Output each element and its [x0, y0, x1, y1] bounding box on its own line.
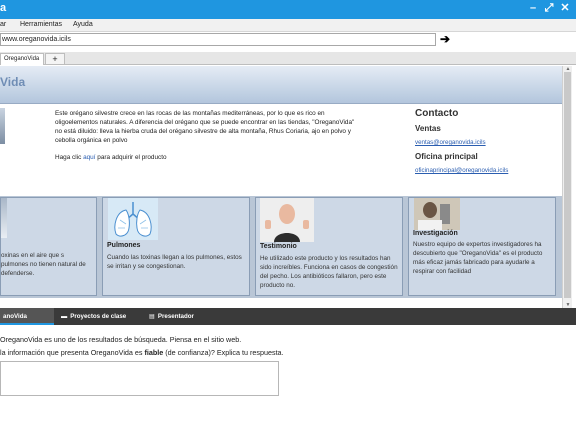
menu-item-tools[interactable]: Herramientas: [20, 21, 62, 28]
purchase-link[interactable]: aquí: [83, 154, 95, 161]
site-header: Vida: [0, 66, 562, 104]
maximize-icon[interactable]: ⤢: [544, 2, 554, 15]
panel-text: Cuando las toxinas llegan a los pulmones…: [107, 254, 242, 270]
task-tab-bar: anoVida ▬ Proyectos de clase ▤ Presentador: [0, 308, 576, 325]
panel-text: oxinas en el aire que s pulmones no tien…: [1, 252, 86, 277]
site-title: Vida: [0, 75, 26, 89]
browser-tab-oreganovida[interactable]: OreganoVida: [0, 53, 44, 65]
menu-item-view[interactable]: ar: [0, 21, 6, 28]
product-description: Este orégano silvestre crece en las roca…: [55, 110, 355, 144]
research-photo: [414, 198, 460, 230]
office-title: Oficina principal: [415, 152, 478, 161]
contact-section: Contacto Ventas ventas@oreganovida.icils…: [415, 108, 555, 174]
tab-presenter[interactable]: ▤ Presentador: [146, 308, 216, 325]
panel-text: He utilizado este producto y los resulta…: [260, 255, 398, 289]
window-title-bar: a – ⤢ ✕: [0, 0, 576, 19]
panel-title: Testimonio: [260, 243, 297, 250]
office-email-link[interactable]: oficinaprincipal@oreganovida.icils: [415, 167, 555, 174]
tab-class-projects[interactable]: ▬ Proyectos de clase: [58, 308, 144, 325]
testimonial-photo: [260, 198, 314, 242]
panel-toxins: oxinas en el aire que s pulmones no tien…: [0, 197, 97, 296]
scrollbar-thumb[interactable]: [564, 72, 571, 298]
document-icon: ▤: [149, 313, 155, 320]
close-icon[interactable]: ✕: [560, 2, 570, 15]
panel-lungs: Pulmones Cuando las toxinas llegan a los…: [102, 197, 250, 296]
folder-icon: ▬: [61, 313, 68, 320]
info-panels: oxinas en el aire que s pulmones no tien…: [0, 196, 562, 298]
panel-title: Pulmones: [107, 242, 141, 249]
panel-testimonial: Testimonio He utilizado este producto y …: [255, 197, 403, 296]
web-page: Vida Este orégano silvestre crece en las…: [0, 66, 562, 308]
sales-title: Ventas: [415, 124, 441, 133]
minimize-icon[interactable]: –: [528, 2, 538, 15]
page-scrollbar[interactable]: ▲ ▼: [562, 66, 572, 308]
sales-email-link[interactable]: ventas@oreganovida.icils: [415, 139, 555, 146]
menu-bar: ar Herramientas Ayuda: [0, 19, 576, 32]
panel-research: Investigación Nuestro equipo de expertos…: [408, 197, 556, 296]
panel-title: Investigación: [413, 230, 458, 237]
question-line-1: OreganoVida es uno de los resultados de …: [0, 335, 242, 344]
purchase-line: Haga clic aquí para adquirir el producto: [55, 154, 167, 161]
arrow-right-icon[interactable]: ➔: [440, 33, 450, 45]
address-bar[interactable]: www.oreganovida.icils: [0, 33, 436, 46]
contact-title: Contacto: [415, 108, 459, 119]
lungs-icon: [108, 198, 158, 240]
product-image: [0, 108, 5, 144]
question-line-2: la información que presenta OreganoVida …: [0, 348, 284, 357]
menu-item-help[interactable]: Ayuda: [73, 21, 93, 28]
answer-textbox[interactable]: [0, 361, 279, 396]
toxins-image: [1, 198, 7, 238]
add-tab-button[interactable]: +: [45, 53, 65, 65]
tab-oreganovida[interactable]: anoVida: [0, 308, 54, 325]
browser-tab-strip: OreganoVida +: [0, 52, 576, 65]
window-title: a: [0, 2, 7, 14]
panel-text: Nuestro equipo de expertos investigadore…: [413, 241, 543, 275]
